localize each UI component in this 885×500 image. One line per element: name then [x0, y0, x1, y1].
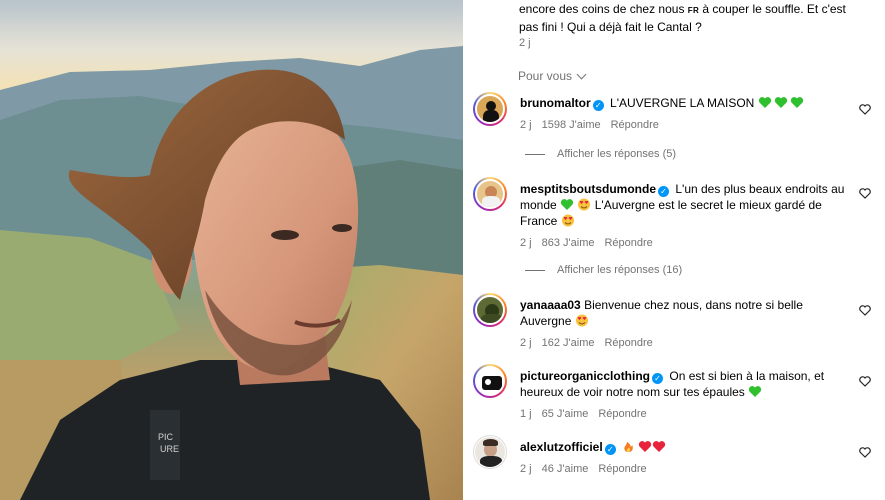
comments-panel: encore des coins de chez nous FR à coupe… [463, 0, 885, 500]
reply-button[interactable]: Répondre [611, 117, 659, 133]
avatar[interactable] [473, 177, 507, 211]
comment-likes[interactable]: 1598 J'aime [542, 117, 601, 133]
avatar[interactable] [473, 92, 507, 126]
avatar[interactable] [473, 293, 507, 327]
flag-fr-icon: FR [687, 6, 700, 15]
comment-time: 2 j [520, 237, 532, 249]
heart-eyes-emoji-icon [561, 214, 575, 228]
avatar[interactable] [473, 435, 507, 469]
reply-button[interactable]: Répondre [604, 335, 652, 351]
verified-badge-icon: ✓ [652, 373, 664, 384]
comment-likes[interactable]: 65 J'aime [542, 406, 589, 422]
verified-badge-icon: ✓ [658, 186, 670, 197]
comment-time: 2 j [520, 463, 532, 475]
sort-label: Pour vous [518, 69, 573, 83]
reply-button[interactable]: Répondre [598, 461, 646, 477]
divider-line [525, 153, 545, 155]
comment-likes[interactable]: 46 J'aime [542, 461, 589, 477]
comment-time: 1 j [520, 408, 532, 420]
avatar[interactable] [473, 364, 507, 398]
reply-button[interactable]: Répondre [598, 406, 646, 422]
caption-text-before: encore des coins de chez nous [519, 2, 685, 16]
verified-badge-icon: ✓ [592, 100, 604, 111]
comment-text: L'AUVERGNE LA MAISON [610, 96, 755, 110]
like-heart-icon[interactable] [859, 188, 871, 199]
comment-username[interactable]: pictureorganicclothing [520, 369, 650, 383]
heart-eyes-emoji-icon [577, 198, 594, 212]
view-replies-label: Afficher les réponses (16) [557, 264, 683, 276]
view-replies-button[interactable]: Afficher les réponses (5) [525, 148, 676, 160]
caption-time: 2 j [519, 37, 531, 49]
svg-text:PIC: PIC [158, 432, 174, 442]
comment-time: 2 j [520, 337, 532, 349]
verified-badge-icon: ✓ [604, 444, 616, 455]
photo-scene: PIC URE [0, 0, 463, 500]
post-photo: PIC URE [0, 0, 463, 500]
comment-likes[interactable]: 162 J'aime [542, 335, 595, 351]
comment-username[interactable]: mesptitsboutsdumonde [520, 182, 656, 196]
post-caption: encore des coins de chez nous FR à coupe… [519, 1, 859, 36]
heart-eyes-emoji-icon [575, 314, 589, 328]
comment-username[interactable]: alexlutzofficiel [520, 440, 603, 454]
green-heart-emoji-icon [560, 198, 577, 212]
green-heart-emoji-icon [758, 96, 804, 110]
comment-username[interactable]: brunomaltor [520, 96, 591, 110]
fire-emoji-icon [622, 440, 638, 454]
like-heart-icon[interactable] [859, 447, 871, 458]
view-replies-label: Afficher les réponses (5) [557, 148, 677, 160]
view-replies-button[interactable]: Afficher les réponses (16) [525, 264, 682, 276]
chevron-down-icon [576, 69, 587, 79]
green-heart-emoji-icon [748, 385, 762, 399]
comment-time: 2 j [520, 119, 532, 131]
like-heart-icon[interactable] [859, 305, 871, 316]
reply-button[interactable]: Répondre [604, 235, 652, 251]
svg-text:URE: URE [160, 444, 179, 454]
like-heart-icon[interactable] [859, 104, 871, 115]
like-heart-icon[interactable] [859, 376, 871, 387]
divider-line [525, 269, 545, 271]
comment-sort-dropdown[interactable]: Pour vous [518, 69, 587, 83]
red-heart-emoji-icon [638, 440, 666, 454]
comment-username[interactable]: yanaaaa03 [520, 298, 581, 312]
comment-likes[interactable]: 863 J'aime [542, 235, 595, 251]
